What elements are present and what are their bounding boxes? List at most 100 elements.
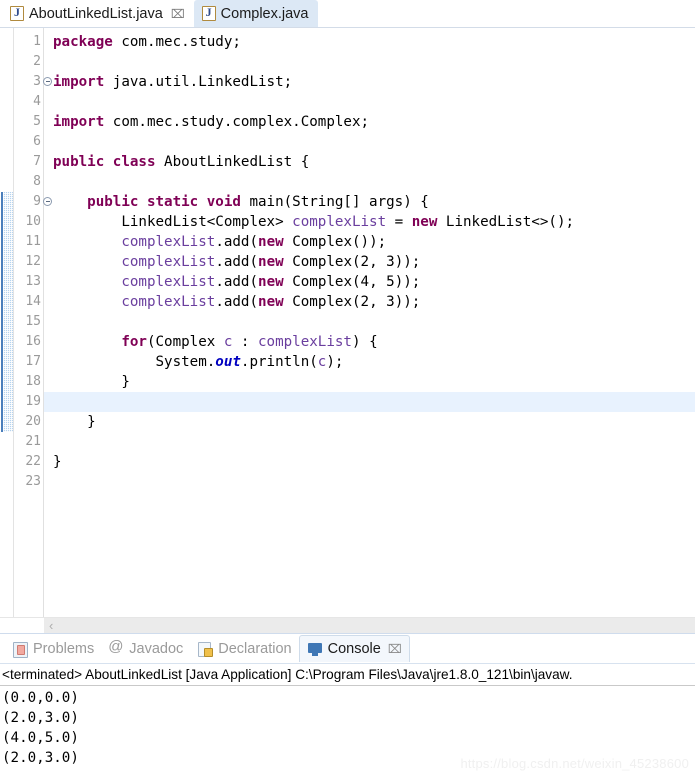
code-token: .add( xyxy=(215,274,259,290)
line-number: 9 xyxy=(14,192,52,212)
problems-icon xyxy=(12,641,28,658)
code-token: Complex(2, 3)); xyxy=(283,254,421,270)
line-number: 6 xyxy=(33,134,41,149)
declaration-icon xyxy=(197,641,214,657)
code-token: complexList xyxy=(121,294,216,310)
line-number: 3 xyxy=(14,72,52,92)
code-line[interactable]: public class AboutLinkedList { xyxy=(53,152,695,172)
editor-tab-label: AboutLinkedList.java xyxy=(29,5,163,22)
code-token: com.mec.study; xyxy=(112,34,241,50)
code-line[interactable]: complexList.add(new Complex()); xyxy=(53,232,695,252)
code-token: complexList xyxy=(121,234,216,250)
tab-console[interactable]: Console ⌧ xyxy=(298,635,410,662)
line-number: 13 xyxy=(25,274,41,289)
code-line[interactable] xyxy=(53,432,695,452)
tab-problems[interactable]: Problems xyxy=(5,635,101,662)
code-line[interactable]: import com.mec.study.complex.Complex; xyxy=(53,112,695,132)
line-number: 23 xyxy=(25,474,41,489)
line-number: 1 xyxy=(33,34,41,49)
code-line[interactable]: LinkedList<Complex> complexList = new Li… xyxy=(53,212,695,232)
line-number: 17 xyxy=(25,354,41,369)
line-number: 12 xyxy=(25,254,41,269)
code-line[interactable]: complexList.add(new Complex(2, 3)); xyxy=(53,292,695,312)
line-number: 21 xyxy=(25,434,41,449)
scrollbar-thumb[interactable]: ‹ xyxy=(44,617,695,634)
code-token: new xyxy=(411,214,438,230)
code-line[interactable]: System.out.println(c); xyxy=(53,352,695,372)
code-token: Complex(4, 5)); xyxy=(283,274,421,290)
code-token: complexList xyxy=(258,334,352,350)
editor-horizontal-scrollbar[interactable]: ‹ xyxy=(0,617,695,634)
code-line[interactable] xyxy=(53,312,695,332)
tab-javadoc-label: Javadoc xyxy=(129,640,184,657)
code-line[interactable]: } xyxy=(53,372,695,392)
occurrence-marker xyxy=(1,192,13,432)
editor-tab-aboutlinkedlist[interactable]: AboutLinkedList.java ⌧ xyxy=(2,0,194,27)
code-token: import xyxy=(53,74,105,90)
line-number: 10 xyxy=(25,214,41,229)
code-token: java.util.LinkedList; xyxy=(104,74,293,90)
console-output[interactable]: (0.0,0.0) (2.0,3.0) (4.0,5.0) (2.0,3.0) xyxy=(0,686,695,768)
editor-tab-complex[interactable]: Complex.java xyxy=(193,0,318,27)
code-token: (Complex xyxy=(146,334,224,350)
code-token: .add( xyxy=(215,254,259,270)
annotation-ruler[interactable] xyxy=(0,28,14,617)
code-line[interactable]: } xyxy=(53,412,695,432)
close-icon[interactable]: ⌧ xyxy=(171,8,185,20)
code-line[interactable] xyxy=(53,92,695,112)
code-token: public class xyxy=(53,154,156,170)
code-line[interactable]: complexList.add(new Complex(4, 5)); xyxy=(53,272,695,292)
code-editor[interactable]: 1 2 3 4 5 6 7 8 9 10 11 12 13 14 15 16 17 18 19 20 21 22 23 pa… xyxy=(0,28,695,617)
editor-tab-label: Complex.java xyxy=(220,5,309,22)
console-output-line: (0.0,0.0) xyxy=(2,690,79,706)
line-number: 20 xyxy=(25,414,41,429)
code-line[interactable]: for(Complex c : complexList) { xyxy=(53,332,695,352)
bottom-view-stack: Problems Javadoc Declaration Console ⌧ <… xyxy=(0,633,695,768)
tab-console-label: Console xyxy=(327,641,381,657)
console-output-line: (2.0,3.0) xyxy=(2,750,79,766)
code-token: for xyxy=(121,334,147,350)
code-token: com.mec.study.complex.Complex; xyxy=(104,114,370,130)
code-token: .println( xyxy=(240,354,318,370)
code-line[interactable] xyxy=(53,52,695,72)
code-token: package xyxy=(53,34,113,50)
tab-declaration[interactable]: Declaration xyxy=(190,635,298,662)
code-line[interactable]: package com.mec.study; xyxy=(53,32,695,52)
line-number: 22 xyxy=(25,454,41,469)
code-token: complexList xyxy=(121,274,216,290)
console-process-header: <terminated> AboutLinkedList [Java Appli… xyxy=(0,664,695,686)
line-number: 4 xyxy=(33,94,41,109)
code-line[interactable] xyxy=(44,392,695,412)
code-token: Complex()); xyxy=(283,234,387,250)
code-token: : xyxy=(232,334,259,350)
close-icon[interactable]: ⌧ xyxy=(388,642,402,656)
code-line[interactable] xyxy=(53,472,695,492)
view-tab-bar: Problems Javadoc Declaration Console ⌧ xyxy=(0,634,695,664)
code-line[interactable] xyxy=(53,132,695,152)
code-text-area[interactable]: package com.mec.study; import java.util.… xyxy=(44,28,695,617)
line-number: 7 xyxy=(33,154,41,169)
code-token: new xyxy=(258,234,284,250)
line-number: 2 xyxy=(33,54,41,69)
code-token: ); xyxy=(326,354,344,370)
code-token: import xyxy=(53,114,105,130)
line-number: 8 xyxy=(33,174,41,189)
console-icon xyxy=(307,641,323,657)
code-line[interactable]: public static void main(String[] args) { xyxy=(53,192,695,212)
line-number: 16 xyxy=(25,334,41,349)
code-line[interactable] xyxy=(53,172,695,192)
tab-javadoc[interactable]: Javadoc xyxy=(101,635,190,662)
code-line[interactable]: } xyxy=(53,452,695,472)
code-line[interactable]: import java.util.LinkedList; xyxy=(53,72,695,92)
code-line[interactable]: complexList.add(new Complex(2, 3)); xyxy=(53,252,695,272)
code-token: } xyxy=(53,414,96,430)
chevron-left-icon[interactable]: ‹ xyxy=(49,619,53,632)
line-number: 19 xyxy=(25,394,41,409)
scrollbar-track-start xyxy=(0,617,44,634)
code-token: } xyxy=(53,454,62,470)
line-number: 11 xyxy=(25,234,41,249)
code-token: new xyxy=(258,254,284,270)
